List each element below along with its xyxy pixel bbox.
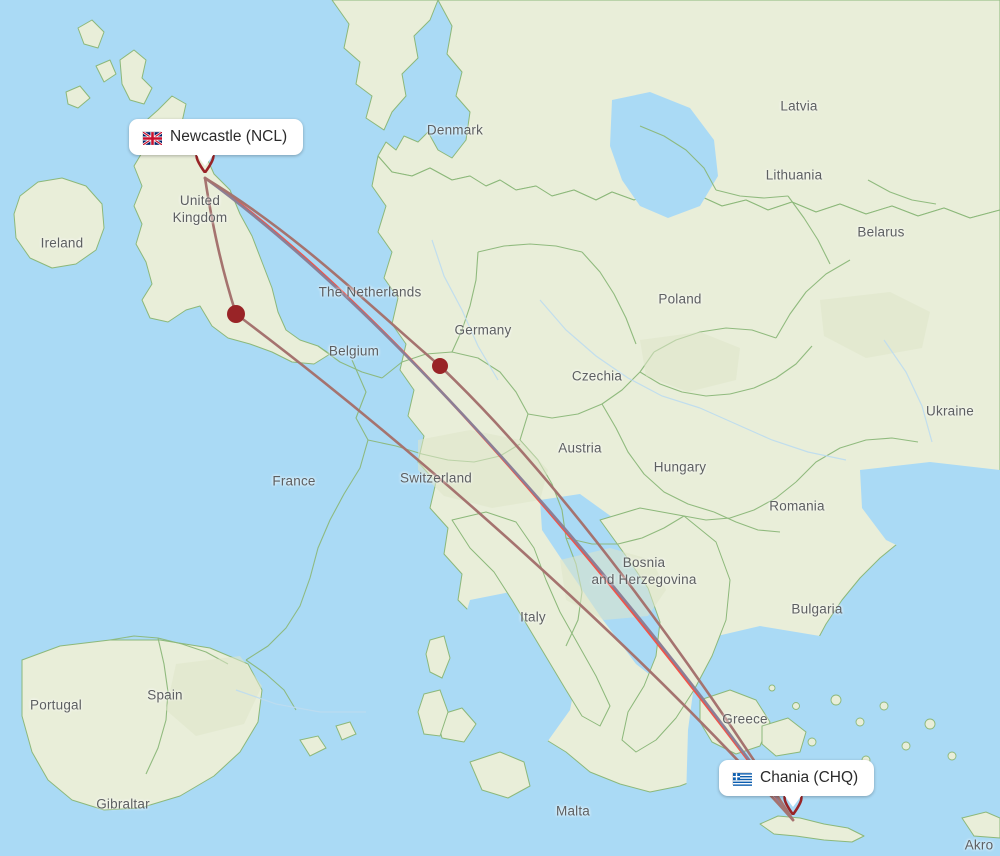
airport-label-chania-text: Chania (CHQ)	[760, 769, 859, 786]
airport-label-chania[interactable]: Chania (CHQ)	[719, 760, 875, 796]
route-london-chania	[234, 312, 795, 822]
airport-label-chania-tail	[784, 795, 802, 807]
uk-flag-icon	[142, 130, 163, 146]
greece-flag-icon	[732, 771, 752, 786]
airport-label-newcastle[interactable]: Newcastle (NCL)	[129, 119, 304, 155]
route-via-slate	[203, 176, 795, 822]
stopover-dot-london-stop[interactable]	[227, 305, 245, 323]
airport-label-newcastle-text: Newcastle (NCL)	[170, 128, 288, 145]
flight-route-map[interactable]: Ireland United Kingdom Denmark Latvia Lithuan…	[0, 0, 1000, 856]
route-direct-red	[203, 176, 795, 822]
airport-label-newcastle-tail	[196, 154, 214, 166]
stopover-dot-frankfurt-stop[interactable]	[432, 358, 448, 374]
